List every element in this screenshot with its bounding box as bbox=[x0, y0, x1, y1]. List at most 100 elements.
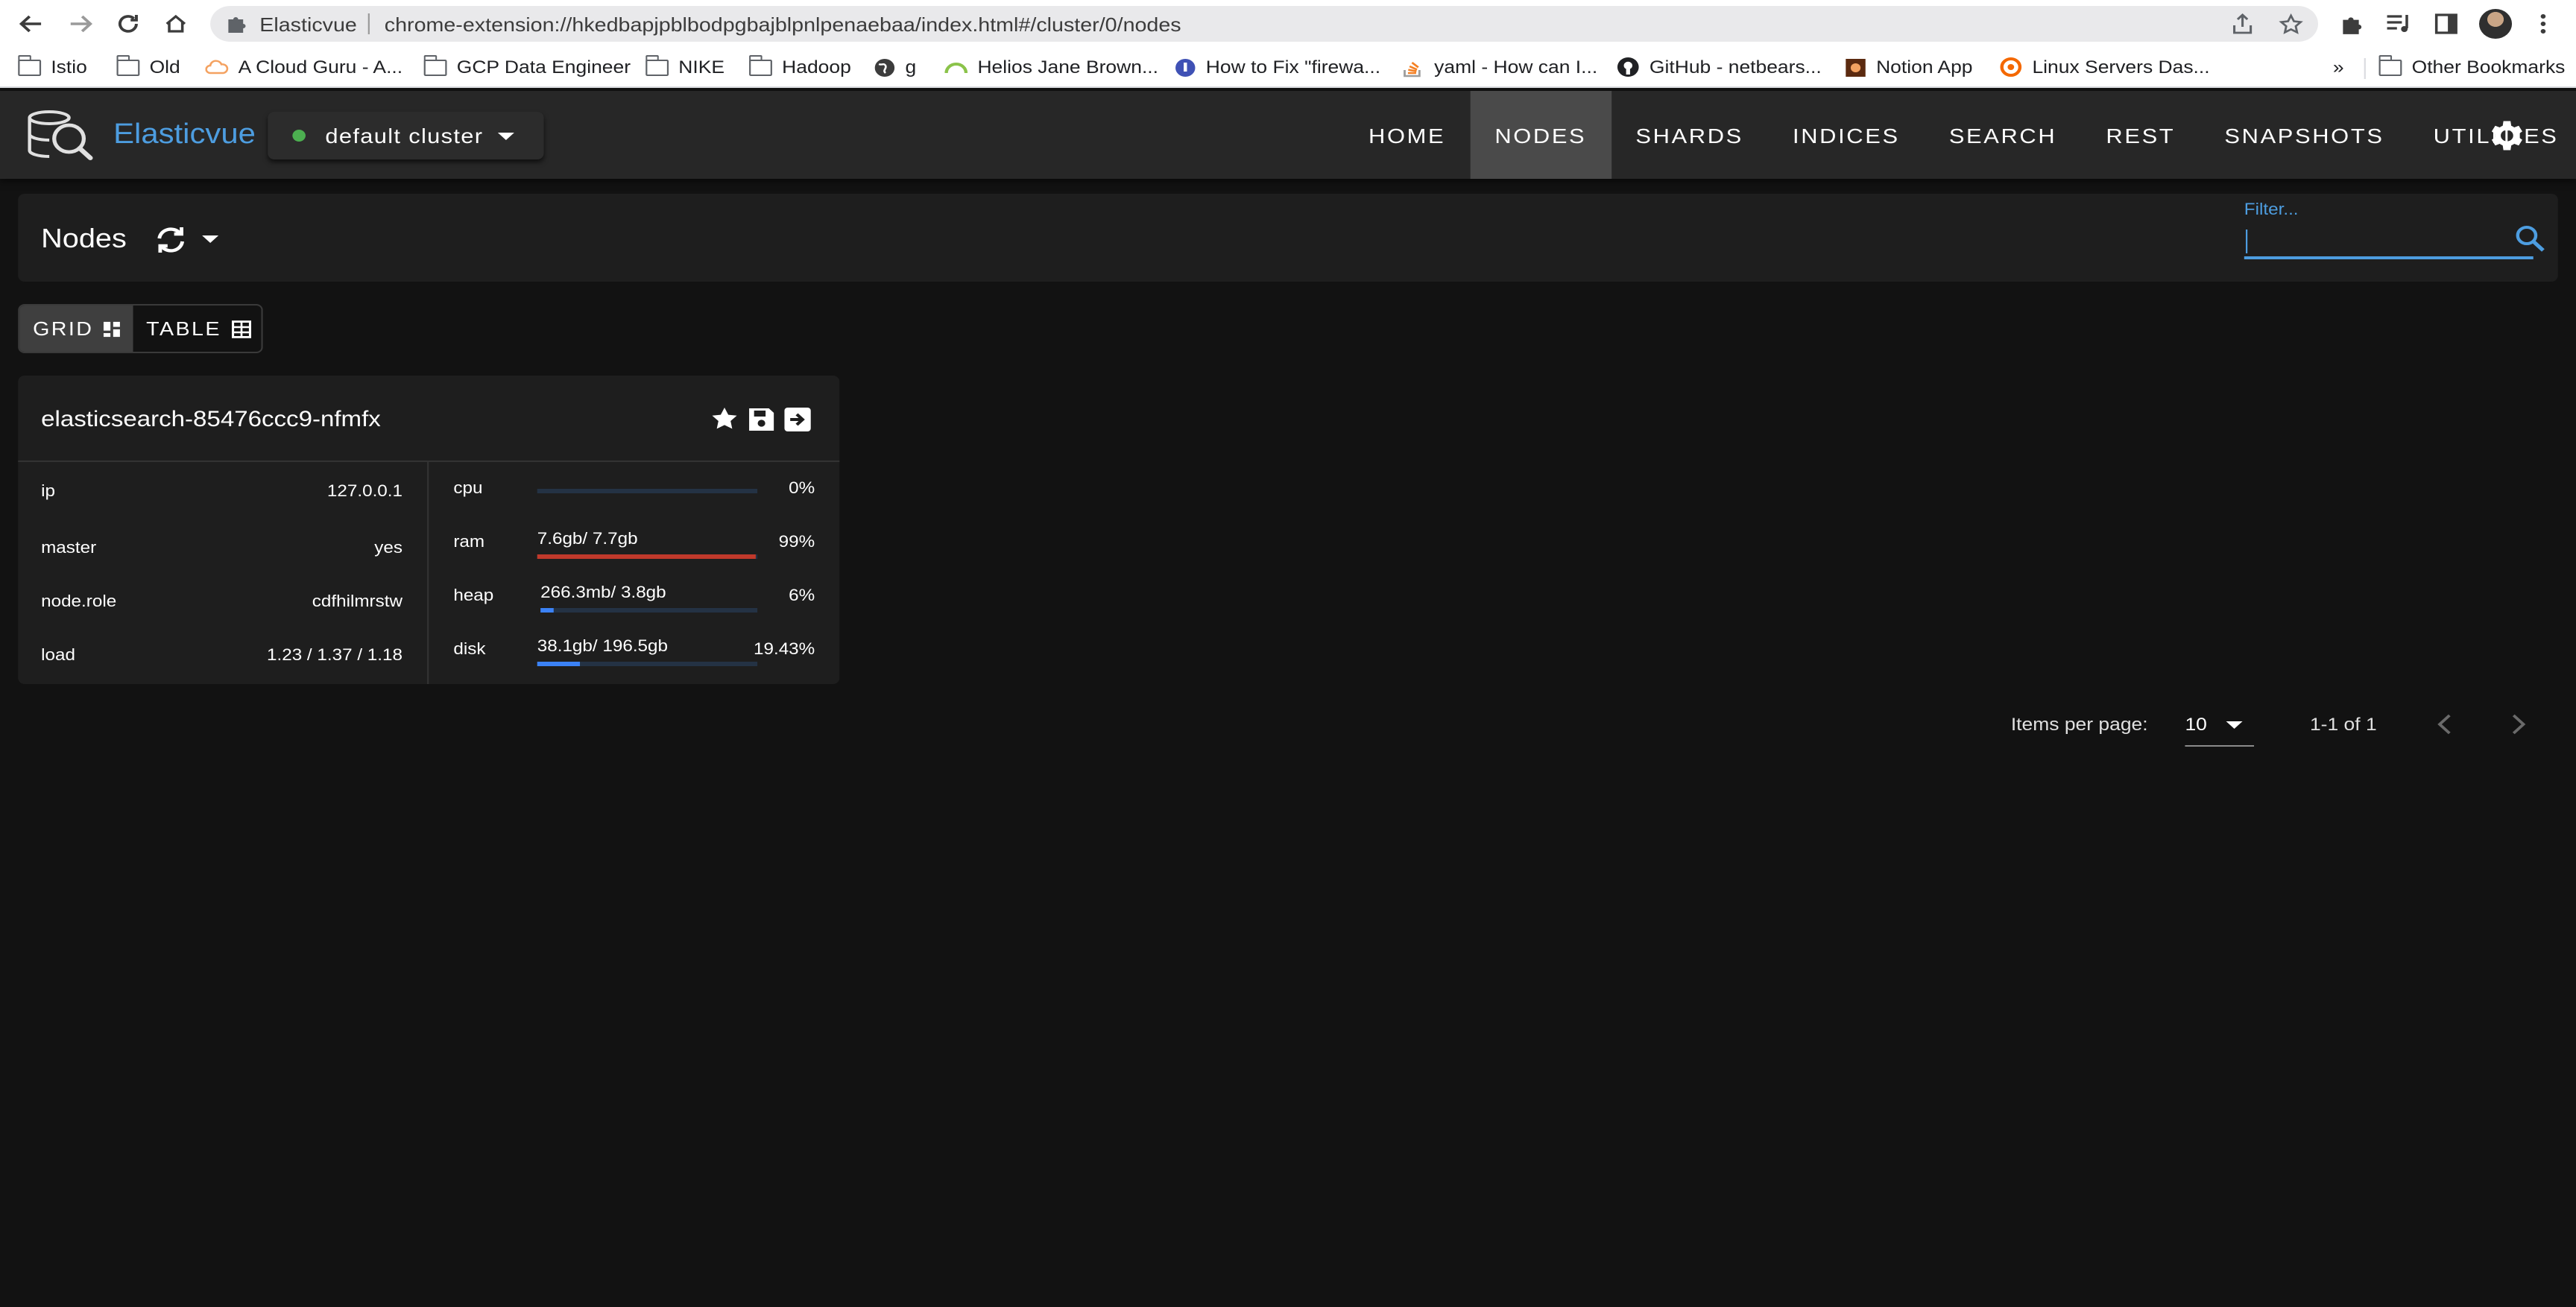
next-page-icon[interactable] bbox=[2504, 711, 2534, 738]
other-bookmarks[interactable]: Other Bookmarks bbox=[2378, 54, 2565, 79]
nav-snapshots[interactable]: SNAPSHOTS bbox=[2200, 91, 2408, 179]
bookmark-label: Linux Servers Das... bbox=[2032, 57, 2210, 77]
items-per-page-select[interactable]: 10 bbox=[2185, 711, 2255, 747]
pagination-range: 1-1 of 1 bbox=[2309, 714, 2377, 735]
bookmark-label: Hadoop bbox=[782, 57, 851, 77]
node-actions bbox=[708, 404, 813, 434]
star-icon[interactable] bbox=[708, 404, 741, 434]
nav-nodes[interactable]: NODES bbox=[1470, 91, 1611, 179]
chevron-down-icon bbox=[2226, 721, 2243, 729]
folder-icon bbox=[2378, 54, 2402, 77]
metric-cpu-bar bbox=[537, 489, 758, 493]
cloud-icon bbox=[205, 57, 229, 77]
metric-heap-label: heap bbox=[453, 587, 494, 605]
home-icon[interactable] bbox=[160, 9, 192, 39]
bookmarks-overflow-button[interactable]: » bbox=[2333, 55, 2344, 79]
bookmark-item[interactable]: Istio bbox=[17, 54, 87, 79]
bookmark-item[interactable]: Linux Servers Das... bbox=[1999, 55, 2210, 79]
omnibox-divider bbox=[367, 13, 370, 34]
node-card: elasticsearch-85476ccc9-nfmfx ip 127.0.0… bbox=[18, 376, 840, 684]
items-per-page-label: Items per page: bbox=[2010, 714, 2148, 735]
previous-page-icon[interactable] bbox=[2430, 711, 2460, 738]
metric-disk-label: disk bbox=[453, 641, 486, 659]
nav-indices[interactable]: INDICES bbox=[1768, 91, 1925, 179]
bookmark-item[interactable]: NIKE bbox=[645, 54, 724, 79]
bookmark-label: g bbox=[905, 57, 917, 77]
stackoverflow-icon bbox=[1401, 57, 1424, 77]
folder-icon bbox=[116, 54, 140, 77]
url-text[interactable]: chrome-extension://hkedbapjpblbodpgbajbl… bbox=[385, 13, 1181, 36]
main-nav: HOME NODES SHARDS INDICES SEARCH REST SN… bbox=[1344, 91, 2576, 179]
forward-icon[interactable] bbox=[64, 9, 97, 39]
metric-heap-percent: 6% bbox=[789, 587, 815, 605]
shield-icon bbox=[1173, 57, 1196, 77]
elasticvue-logo-icon[interactable] bbox=[23, 106, 95, 165]
menu-kebab-icon[interactable] bbox=[2527, 9, 2560, 39]
text-cursor bbox=[2246, 230, 2248, 253]
prop-role-value: cdfhilmrstw bbox=[312, 593, 403, 611]
nodes-header: Nodes Filter... bbox=[18, 194, 2558, 282]
bookmark-item[interactable]: A Cloud Guru - A... bbox=[205, 55, 402, 79]
app-bar: Elasticvue default cluster HOME NODES SH… bbox=[0, 91, 2576, 179]
bookmark-item[interactable]: Old bbox=[116, 54, 180, 79]
metric-heap-bar bbox=[540, 608, 758, 613]
site-name: Elasticvue bbox=[259, 13, 357, 36]
cluster-selector[interactable]: default cluster bbox=[268, 112, 544, 159]
back-icon[interactable] bbox=[15, 9, 48, 39]
bookmark-label: Istio bbox=[51, 57, 87, 77]
bookmark-star-icon[interactable] bbox=[2279, 13, 2303, 43]
filter-input[interactable] bbox=[2244, 224, 2534, 259]
bookmark-label: GitHub - netbears... bbox=[1649, 57, 1822, 77]
helios-icon bbox=[944, 57, 968, 77]
reload-icon[interactable] bbox=[112, 9, 145, 39]
prop-master-label: master bbox=[41, 539, 97, 557]
browser-toolbar: Elasticvue chrome-extension://hkedbapjpb… bbox=[0, 0, 2576, 46]
bookmark-item[interactable]: GitHub - netbears... bbox=[1617, 55, 1822, 79]
bookmark-item[interactable]: GCP Data Engineer bbox=[423, 54, 631, 79]
folder-icon bbox=[423, 54, 447, 77]
folder-icon bbox=[17, 54, 42, 77]
profile-avatar[interactable] bbox=[2478, 9, 2513, 39]
table-view-button[interactable]: TABLE bbox=[133, 306, 262, 352]
address-bar[interactable]: Elasticvue chrome-extension://hkedbapjpb… bbox=[210, 6, 2318, 42]
grid-icon bbox=[103, 320, 120, 337]
refresh-icon[interactable] bbox=[153, 224, 189, 256]
open-node-icon[interactable] bbox=[780, 404, 813, 434]
folder-icon bbox=[748, 54, 772, 77]
card-column-divider bbox=[427, 462, 429, 684]
side-panel-icon[interactable] bbox=[2430, 9, 2463, 39]
settings-gear-icon[interactable] bbox=[2484, 116, 2527, 155]
bookmark-item[interactable]: Notion App bbox=[1843, 55, 1973, 79]
search-icon[interactable] bbox=[2513, 224, 2546, 253]
globe-icon bbox=[872, 57, 895, 77]
nav-shards[interactable]: SHARDS bbox=[1611, 91, 1768, 179]
bookmark-item[interactable]: Helios Jane Brown... bbox=[944, 55, 1158, 79]
page-title: Nodes bbox=[41, 224, 127, 253]
github-icon bbox=[1617, 57, 1640, 77]
bookmark-item[interactable]: g bbox=[872, 55, 916, 79]
prop-load-value: 1.23 / 1.37 / 1.18 bbox=[266, 647, 403, 665]
nav-rest[interactable]: REST bbox=[2081, 91, 2200, 179]
save-icon[interactable] bbox=[744, 404, 777, 434]
grid-view-button[interactable]: GRID bbox=[19, 306, 133, 352]
nav-search[interactable]: SEARCH bbox=[1925, 91, 2082, 179]
media-controls-icon[interactable] bbox=[2382, 9, 2415, 39]
prop-ip-label: ip bbox=[41, 483, 55, 501]
extension-puzzle-icon bbox=[225, 13, 248, 42]
bookmark-item[interactable]: How to Fix "firewa... bbox=[1173, 55, 1380, 79]
metric-heap-text: 266.3mb/ 3.8gb bbox=[540, 584, 666, 602]
cluster-name: default cluster bbox=[325, 124, 484, 148]
share-icon[interactable] bbox=[2231, 13, 2254, 42]
refresh-options-chevron-icon[interactable] bbox=[202, 235, 219, 243]
nav-home[interactable]: HOME bbox=[1344, 91, 1470, 179]
app-brand[interactable]: Elasticvue bbox=[113, 119, 256, 152]
bookmark-item[interactable]: Hadoop bbox=[748, 54, 851, 79]
bookmark-label: Helios Jane Brown... bbox=[977, 57, 1159, 77]
metric-disk-bar bbox=[537, 662, 758, 666]
metric-ram-percent: 99% bbox=[778, 534, 815, 551]
metric-cpu-label: cpu bbox=[453, 480, 483, 498]
metric-disk-percent: 19.43% bbox=[753, 641, 815, 659]
grafana-icon bbox=[1999, 57, 2022, 77]
extensions-icon[interactable] bbox=[2334, 9, 2367, 39]
bookmark-item[interactable]: yaml - How can I... bbox=[1401, 55, 1597, 79]
